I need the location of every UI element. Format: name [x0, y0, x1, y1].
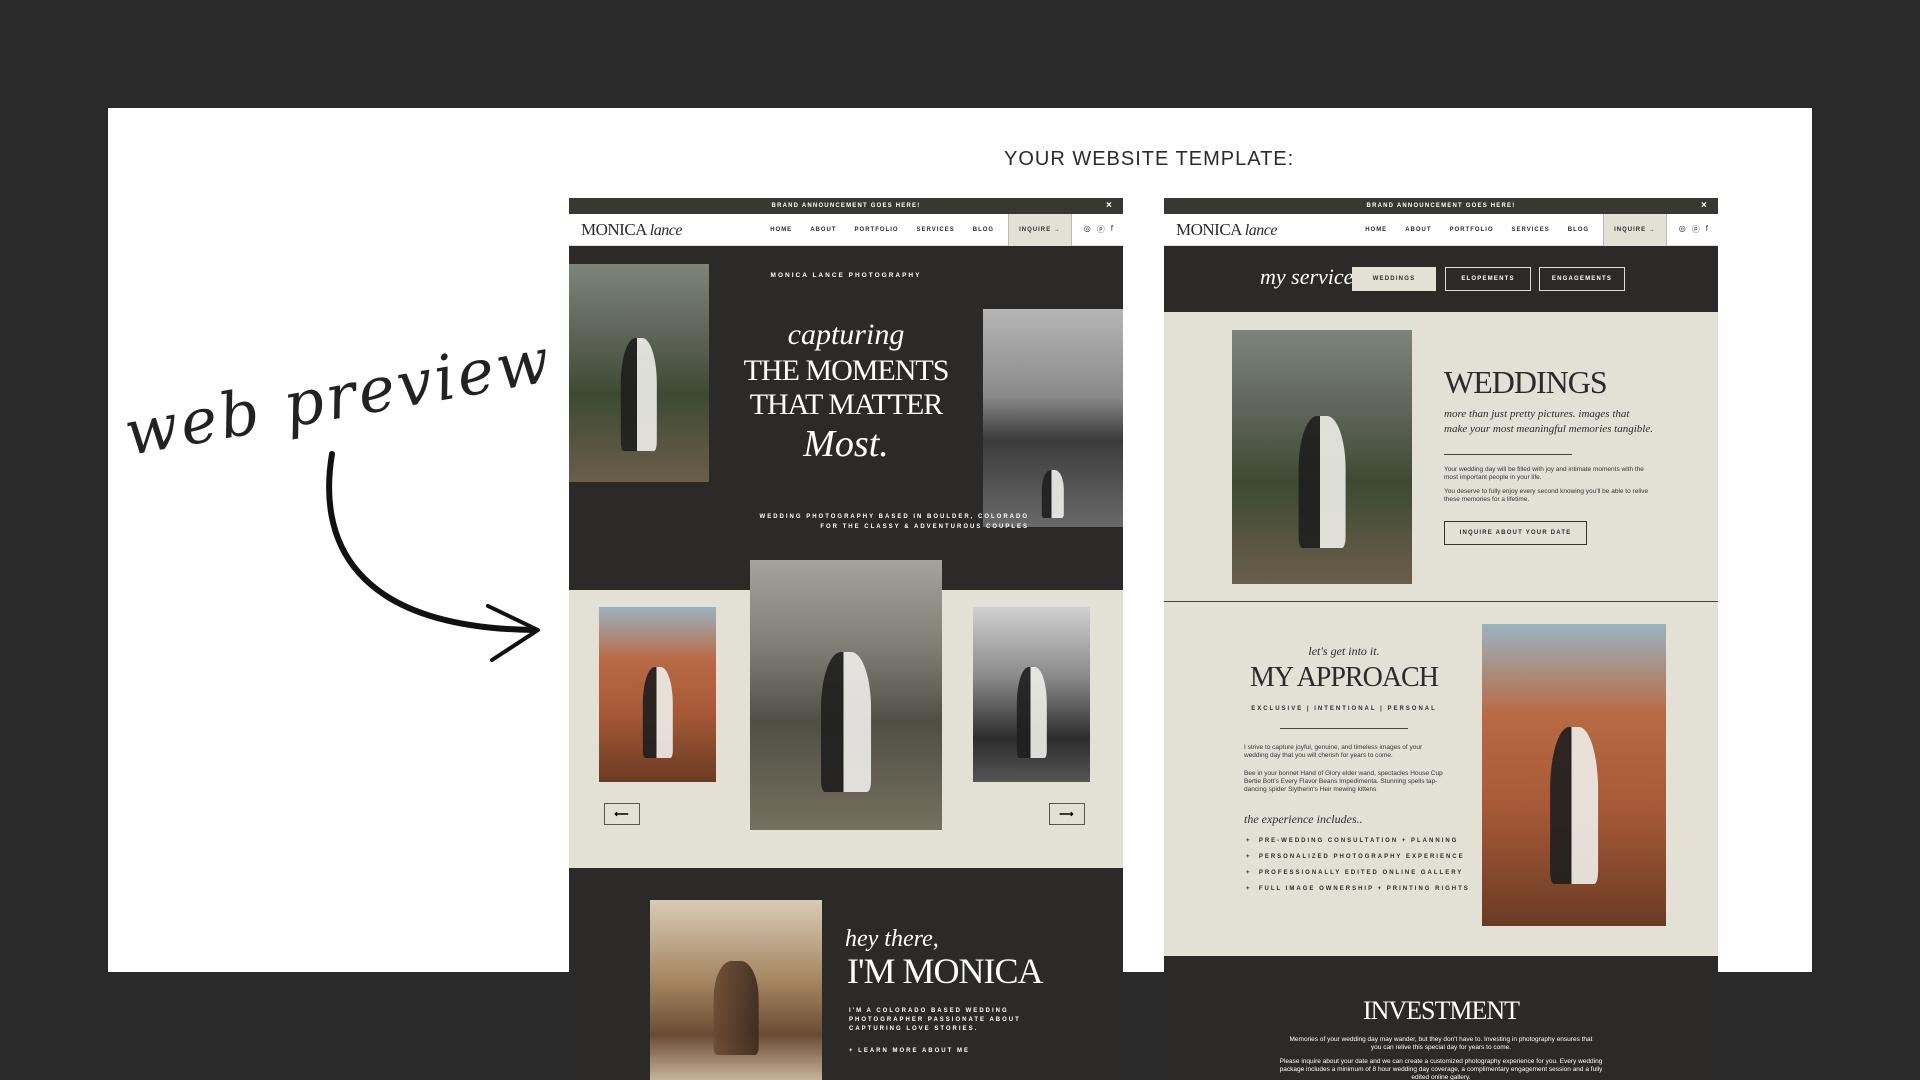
approach-p2: Bee in your bonnet Hand of Glory elder w…: [1244, 770, 1443, 793]
pinterest-icon[interactable]: ⓟ: [1097, 224, 1105, 235]
nav-portfolio[interactable]: PORTFOLIO: [1450, 227, 1494, 233]
site-logo[interactable]: MONICA lance: [581, 220, 682, 240]
approach-p1: I strive to capture joyful, genuine, and…: [1244, 744, 1423, 759]
nav-home[interactable]: HOME: [770, 227, 792, 233]
investment-section: INVESTMENT Memories of your wedding day …: [1164, 956, 1718, 1080]
announcement-bar: BRAND ANNOUNCEMENT GOES HERE! ×: [569, 198, 1123, 214]
website-mockup-services[interactable]: BRAND ANNOUNCEMENT GOES HERE! × MONICA l…: [1164, 198, 1718, 1080]
inquire-date-button[interactable]: INQUIRE ABOUT YOUR DATE: [1444, 521, 1587, 545]
about-title: I'M MONICA: [847, 951, 1043, 991]
tab-weddings[interactable]: WEDDINGS: [1352, 267, 1436, 291]
facebook-icon[interactable]: f: [1111, 224, 1113, 235]
social-links: ◎ ⓟ f: [1072, 224, 1123, 235]
nav-services[interactable]: SERVICES: [917, 227, 955, 233]
facebook-icon[interactable]: f: [1706, 224, 1708, 235]
experience-script: the experience includes..: [1244, 812, 1363, 826]
gallery-photo-center: [750, 560, 942, 830]
nav-menu: HOME ABOUT PORTFOLIO SERVICES BLOG: [1365, 227, 1589, 233]
tab-elopements[interactable]: ELOPEMENTS: [1445, 267, 1531, 291]
services-tabs-section: my services WEDDINGS ELOPEMENTS ENGAGEME…: [1164, 246, 1718, 312]
close-icon[interactable]: ×: [1106, 198, 1113, 214]
gallery-photo-left: [599, 607, 716, 782]
weddings-sub-2: make your most meaningful memories tangi…: [1444, 423, 1653, 435]
hero-script-top: capturing: [787, 318, 905, 351]
about-desc-2: PHOTOGRAPHER PASSIONATE ABOUT: [849, 1017, 1021, 1023]
inquire-button[interactable]: INQUIRE →: [1603, 213, 1667, 246]
announcement-text: BRAND ANNOUNCEMENT GOES HERE!: [771, 203, 921, 209]
instagram-icon[interactable]: ◎: [1084, 224, 1091, 235]
weddings-sub-1: more than just pretty pictures. images t…: [1444, 408, 1630, 420]
about-desc-1: I'M A COLORADO BASED WEDDING: [849, 1008, 1009, 1014]
hero-headline-2: THAT MATTER: [749, 388, 944, 421]
tab-engagements[interactable]: ENGAGEMENTS: [1539, 267, 1625, 291]
nav-home[interactable]: HOME: [1365, 227, 1387, 233]
approach-title: MY APPROACH: [1250, 662, 1439, 693]
social-links: ◎ ⓟ f: [1667, 224, 1718, 235]
site-nav: MONICA lance HOME ABOUT PORTFOLIO SERVIC…: [1164, 213, 1718, 246]
hero-script-bottom: Most.: [803, 423, 889, 465]
gallery-next-button[interactable]: ⟶: [1049, 803, 1085, 825]
nav-services[interactable]: SERVICES: [1512, 227, 1550, 233]
gallery-prev-button[interactable]: ⟵: [604, 803, 640, 825]
close-icon[interactable]: ×: [1701, 198, 1708, 214]
about-desc-3: CAPTURING LOVE STORIES.: [849, 1026, 979, 1032]
hero-section: MONICA LANCE PHOTOGRAPHY capturing THE M…: [569, 246, 1123, 590]
nav-menu: HOME ABOUT PORTFOLIO SERVICES BLOG: [770, 227, 994, 233]
about-section: hey there, I'M MONICA I'M A COLORADO BAS…: [569, 868, 1123, 1080]
weddings-p2: You deserve to fully enjoy every second …: [1444, 488, 1649, 503]
experience-item: + PRE-WEDDING CONSULTATION + PLANNING: [1246, 838, 1459, 844]
experience-item: + PERSONALIZED PHOTOGRAPHY EXPERIENCE: [1246, 854, 1465, 860]
nav-about[interactable]: ABOUT: [810, 227, 836, 233]
investment-p1: Memories of your wedding day may wander,…: [1289, 1036, 1593, 1051]
gallery-photo-right: [973, 607, 1090, 782]
investment-p2: Please inquire about your date and we ca…: [1279, 1058, 1603, 1080]
arrow-icon: [326, 451, 540, 662]
weddings-title: WEDDINGS: [1444, 364, 1608, 400]
experience-item: + FULL IMAGE OWNERSHIP + PRINTING RIGHTS: [1246, 886, 1470, 892]
hero-headline-1: THE MOMENTS: [743, 354, 950, 387]
hero-eyebrow: MONICA LANCE PHOTOGRAPHY: [770, 272, 922, 279]
page-title: YOUR WEBSITE TEMPLATE:: [1004, 148, 1295, 170]
hero-tagline-1: WEDDING PHOTOGRAPHY BASED IN BOULDER, CO…: [759, 514, 1029, 520]
approach-section: let's get into it. MY APPROACH EXCLUSIVE…: [1164, 602, 1718, 956]
nav-blog[interactable]: BLOG: [1568, 227, 1589, 233]
investment-title: INVESTMENT: [1362, 996, 1520, 1025]
services-script: my services: [1260, 264, 1363, 289]
approach-script: let's get into it.: [1308, 644, 1380, 658]
nav-portfolio[interactable]: PORTFOLIO: [855, 227, 899, 233]
site-logo[interactable]: MONICA lance: [1176, 220, 1277, 240]
announcement-bar: BRAND ANNOUNCEMENT GOES HERE! ×: [1164, 198, 1718, 214]
weddings-p1: Your wedding day will be filled with joy…: [1444, 466, 1644, 481]
website-mockup-home[interactable]: BRAND ANNOUNCEMENT GOES HERE! × MONICA l…: [569, 198, 1123, 1080]
about-learn-more-link[interactable]: + LEARN MORE ABOUT ME: [849, 1048, 970, 1054]
pinterest-icon[interactable]: ⓟ: [1692, 224, 1700, 235]
announcement-text: BRAND ANNOUNCEMENT GOES HERE!: [1366, 203, 1516, 209]
nav-blog[interactable]: BLOG: [973, 227, 994, 233]
approach-divider: [1280, 728, 1408, 729]
about-script: hey there,: [845, 926, 939, 952]
gallery-section: ⟵ ⟶: [569, 560, 1123, 868]
about-photo: [650, 900, 822, 1080]
site-nav: MONICA lance HOME ABOUT PORTFOLIO SERVIC…: [569, 213, 1123, 246]
hero-tagline-2: FOR THE CLASSY & ADVENTUROUS COUPLES: [820, 524, 1029, 530]
inquire-button[interactable]: INQUIRE →: [1008, 213, 1072, 246]
nav-about[interactable]: ABOUT: [1405, 227, 1431, 233]
weddings-photo: [1232, 330, 1412, 584]
weddings-divider: [1444, 454, 1572, 455]
instagram-icon[interactable]: ◎: [1679, 224, 1686, 235]
approach-tags: EXCLUSIVE | INTENTIONAL | PERSONAL: [1251, 706, 1437, 712]
weddings-section: WEDDINGS more than just pretty pictures.…: [1164, 312, 1718, 602]
experience-item: + PROFESSIONALLY EDITED ONLINE GALLERY: [1246, 870, 1464, 876]
